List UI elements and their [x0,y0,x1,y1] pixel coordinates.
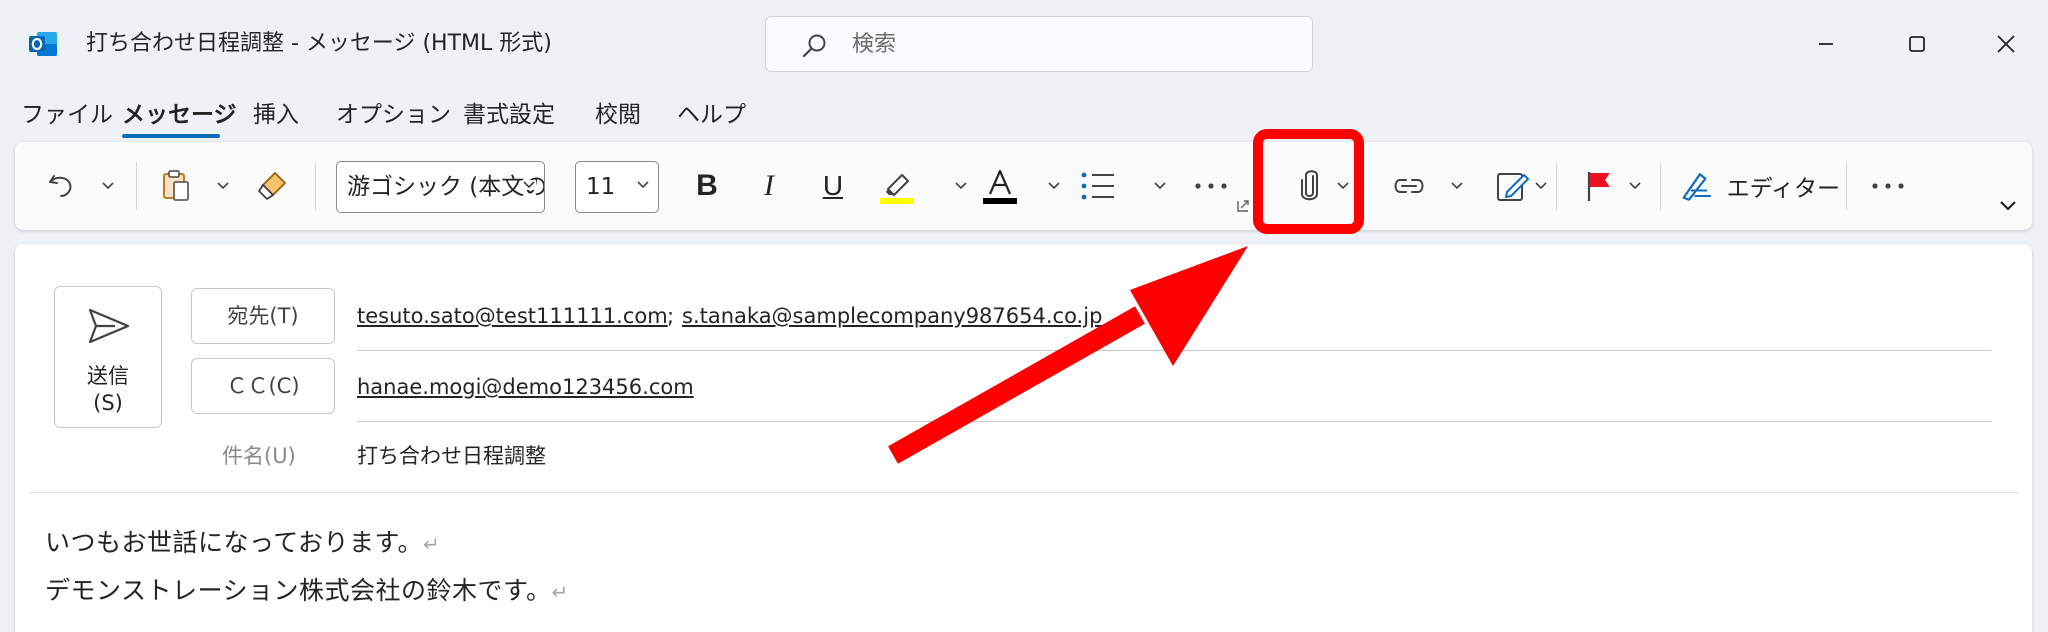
link-button[interactable] [1387,142,1431,230]
cc-field-line [357,421,1991,422]
to-button[interactable]: 宛先(T) [191,288,335,344]
undo-dropdown[interactable] [99,142,117,230]
paste-dropdown[interactable] [214,142,232,230]
dialog-launcher-icon[interactable] [1236,198,1250,212]
search-placeholder: 検索 [852,32,897,57]
minimize-icon [1819,43,1833,45]
maximize-button[interactable] [1901,28,1933,60]
signature-dropdown[interactable] [1532,142,1550,230]
highlight-dropdown[interactable] [952,142,970,230]
chevron-down-icon [955,182,967,190]
cc-button[interactable]: ＣＣ(C) [191,358,335,414]
chevron-down-icon [1535,182,1547,190]
editor-button[interactable]: エディター [1680,142,1840,230]
format-painter-icon [258,172,286,200]
close-icon [1997,35,2015,53]
font-size-value: 11 [586,174,616,200]
close-button[interactable] [1990,28,2022,60]
undo-button[interactable] [41,142,81,230]
paste-button[interactable] [156,142,196,230]
font-color-icon [983,169,1017,204]
font-color-button[interactable] [978,142,1022,230]
send-label: 送信 (S) [87,364,129,415]
signature-button[interactable] [1491,142,1535,230]
message-body-line[interactable]: いつもお世話になっております。↵ [45,525,440,562]
header-divider [29,492,2019,493]
more-icon [1195,183,1227,189]
paste-icon [163,170,189,201]
font-size-select[interactable]: 11 [575,161,659,213]
italic-button[interactable]: I [750,142,788,230]
recipient-separator: ; [667,304,675,328]
more-icon [1872,183,1904,189]
send-button[interactable]: 送信 (S) [54,286,162,428]
message-body-line[interactable]: デモンストレーション株式会社の鈴木です。↵ [45,573,569,610]
chevron-down-icon [1048,182,1060,190]
underline-button[interactable]: U [814,142,852,230]
paragraph-mark-icon: ↵ [551,580,569,604]
collapse-ribbon-icon [2000,201,2016,211]
chevron-down-icon [637,181,649,189]
attach-file-highlight [1253,129,1364,234]
to-field-line [357,350,1991,351]
tab-file[interactable]: ファイル [21,98,113,132]
paragraph-mark-icon: ↵ [423,532,441,556]
search-icon [802,34,826,58]
chevron-down-icon [102,182,114,190]
flag-icon [1587,172,1610,201]
tab-format-text[interactable]: 書式設定 [463,98,555,132]
tab-help[interactable]: ヘルプ [677,98,746,132]
link-icon [1394,179,1424,193]
chevron-down-icon [217,182,229,190]
link-dropdown[interactable] [1448,142,1466,230]
flag-button[interactable] [1577,142,1621,230]
highlight-icon [880,174,914,204]
tab-message[interactable]: メッセージ [122,98,237,132]
bullets-dropdown[interactable] [1151,142,1169,230]
selected-tab-indicator [122,134,220,138]
minimize-button[interactable] [1810,28,1842,60]
bullets-icon [1081,172,1114,200]
ribbon-divider [136,162,137,210]
subject-field[interactable]: 打ち合わせ日程調整 [357,440,546,472]
signature-icon [1497,173,1529,201]
editor-icon [1682,173,1711,201]
recipient-chip[interactable]: s.tanaka@samplecompany987654.co.jp [682,300,1102,332]
chevron-down-icon [1629,182,1641,190]
ribbon-divider [315,162,316,210]
collapse-ribbon-button[interactable] [1998,198,2018,214]
highlight-button[interactable] [875,142,919,230]
chevron-down-icon [1154,182,1166,190]
tab-insert[interactable]: 挿入 [253,98,299,132]
send-icon [88,308,130,344]
recipient-chip[interactable]: hanae.mogi@demo123456.com [357,371,694,403]
chevron-down-icon [522,180,536,190]
editor-label: エディター [1726,176,1840,202]
more-formatting-button[interactable] [1189,142,1233,230]
chevron-down-icon [1451,182,1463,190]
tab-review[interactable]: 校閲 [595,98,641,132]
window-title: 打ち合わせ日程調整 - メッセージ (HTML 形式) [86,31,552,56]
more-commands-button[interactable] [1866,142,1910,230]
flag-dropdown[interactable] [1626,142,1644,230]
bullets-button[interactable] [1076,142,1120,230]
tab-options[interactable]: オプション [336,98,451,132]
font-name-value: 游ゴシック (本文のフォント) [347,174,545,200]
ribbon-divider [1846,162,1847,210]
ribbon-toolbar: 游ゴシック (本文のフォント) 11 B I U [15,142,2032,230]
bold-button[interactable]: B [688,142,726,230]
search-input[interactable]: 検索 [765,16,1313,72]
font-color-dropdown[interactable] [1045,142,1063,230]
ribbon-divider [1660,162,1661,210]
message-body-line[interactable]: ↵ [45,621,62,632]
subject-label: 件名(U) [222,444,296,468]
maximize-icon [1909,36,1925,52]
recipient-chip[interactable]: tesuto.sato@test111111.com [357,300,668,332]
ribbon-divider [1556,162,1557,210]
undo-icon [49,175,72,197]
format-painter-button[interactable] [254,142,294,230]
paragraph-mark-icon: ↵ [45,628,62,632]
outlook-icon [27,28,59,60]
font-name-select[interactable]: 游ゴシック (本文のフォント) [336,161,545,213]
